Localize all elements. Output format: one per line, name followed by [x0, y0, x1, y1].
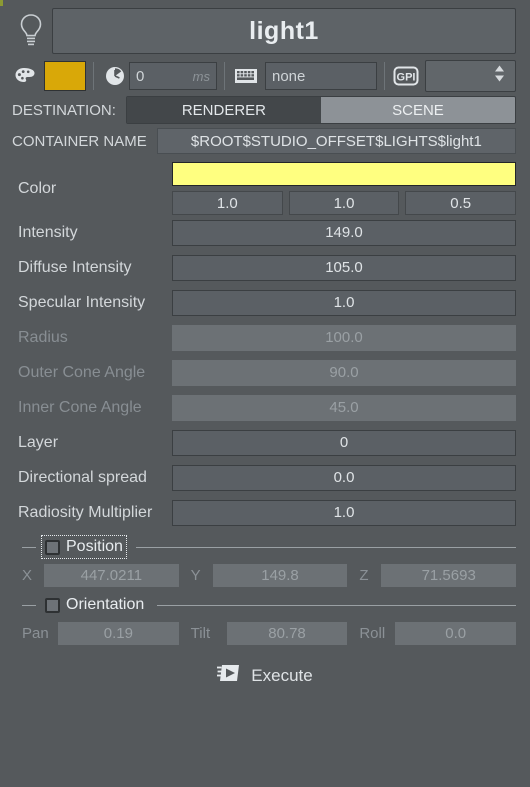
color-block: Color 1.0 1.0 0.5 [0, 154, 530, 215]
position-label: Position [66, 538, 123, 555]
header-row: light1 [0, 0, 530, 54]
container-name-field[interactable]: $ROOT$STUDIO_OFFSET$LIGHTS$light1 [156, 128, 516, 154]
destination-option-scene[interactable]: SCENE [320, 97, 515, 123]
toolbar: 0 ms none GPI [0, 54, 530, 92]
position-z-field[interactable]: 71.5693 [381, 564, 517, 587]
parameter-label: Intensity [18, 223, 78, 241]
parameter-row: Specular Intensity 1.0 [0, 285, 530, 320]
group-dash-2 [22, 604, 36, 606]
destination-segmented-control: RENDERER SCENE [125, 96, 516, 124]
light-bulb-icon [10, 13, 52, 49]
orientation-toggle[interactable]: Orientation [42, 594, 147, 616]
keyboard-icon[interactable] [232, 67, 260, 85]
position-fields-row: X 447.0211 Y 149.8 Z 71.5693 [0, 558, 530, 588]
light-name-field[interactable]: light1 [52, 8, 516, 54]
color-channels-row: 1.0 1.0 0.5 [172, 191, 517, 215]
parameter-label: Diffuse Intensity [18, 258, 132, 276]
position-group-header: Position [0, 530, 530, 559]
spinner-arrows-icon [494, 65, 505, 88]
execute-play-icon [217, 662, 241, 689]
parameter-row: Diffuse Intensity 105.0 [0, 250, 530, 285]
orientation-fields-row: Pan 0.19 Tilt 80.78 Roll 0.0 [0, 616, 530, 646]
parameter-field: 45.0 [172, 394, 516, 421]
parameter-field[interactable]: 0 [172, 429, 516, 456]
light-color-swatch[interactable] [44, 61, 86, 91]
parameter-field[interactable]: 0.0 [172, 464, 516, 491]
position-toggle[interactable]: Position [41, 535, 127, 559]
orientation-pan-field[interactable]: 0.19 [58, 622, 179, 645]
color-channel-b[interactable]: 0.5 [405, 191, 517, 215]
parameter-label: Outer Cone Angle [18, 363, 146, 381]
position-x-field[interactable]: 447.0211 [44, 564, 179, 587]
delay-input[interactable]: 0 ms [129, 62, 217, 90]
parameter-label: Specular Intensity [18, 293, 146, 311]
parameter-field: 90.0 [172, 359, 516, 386]
position-axis-z-label: Z [359, 567, 369, 584]
parameter-field[interactable]: 149.0 [172, 219, 516, 246]
parameter-label: Radius [18, 328, 68, 346]
destination-row: DESTINATION: RENDERER SCENE [0, 92, 530, 124]
group-dash [22, 546, 36, 548]
orientation-label: Orientation [66, 596, 145, 613]
gpi-icon[interactable]: GPI [392, 65, 420, 87]
execute-label: Execute [251, 665, 313, 685]
orientation-roll-field[interactable]: 0.0 [395, 622, 517, 645]
container-name-row: CONTAINER NAME $ROOT$STUDIO_OFFSET$LIGHT… [0, 122, 530, 154]
color-channel-g[interactable]: 1.0 [288, 191, 400, 215]
parameter-label: Layer [18, 433, 59, 451]
parameter-label: Inner Cone Angle [18, 398, 142, 416]
corner-accent-mark [0, 0, 3, 6]
parameter-label: Radiosity Multiplier [18, 503, 153, 521]
parameter-row: Radiosity Multiplier 1.0 [0, 495, 530, 530]
container-name-label: CONTAINER NAME [12, 132, 147, 150]
parameter-row: Outer Cone Angle 90.0 [0, 355, 530, 390]
svg-text:GPI: GPI [397, 71, 416, 83]
orientation-tilt-label: Tilt [190, 625, 211, 642]
orientation-pan-label: Pan [22, 625, 49, 642]
position-axis-x-label: X [22, 567, 33, 584]
parameter-row: Directional spread 0.0 [0, 460, 530, 495]
delay-unit: ms [192, 68, 210, 84]
shortcut-input[interactable]: none [265, 62, 377, 90]
position-y-field[interactable]: 149.8 [212, 564, 348, 587]
parameter-row: Inner Cone Angle 45.0 [0, 390, 530, 425]
parameter-field[interactable]: 105.0 [172, 254, 516, 281]
color-preview-bar[interactable] [172, 162, 516, 186]
position-checkbox[interactable] [45, 539, 60, 555]
orientation-checkbox[interactable] [45, 597, 60, 613]
orientation-tilt-field[interactable]: 80.78 [226, 622, 348, 645]
toolbar-divider-2 [224, 62, 225, 90]
parameter-field[interactable]: 1.0 [172, 499, 516, 526]
parameter-field: 100.0 [172, 324, 516, 351]
parameter-row: Radius 100.0 [0, 320, 530, 355]
delay-value: 0 [136, 67, 145, 85]
group-divider-line-2 [157, 604, 516, 606]
clock-icon[interactable] [101, 65, 129, 87]
orientation-roll-label: Roll [359, 625, 386, 642]
toolbar-divider [93, 62, 94, 90]
position-axis-y-label: Y [190, 567, 201, 584]
destination-label: DESTINATION: [12, 101, 116, 119]
parameter-field[interactable]: 1.0 [172, 289, 516, 316]
toolbar-divider-3 [384, 62, 385, 90]
gpi-select[interactable] [425, 60, 516, 92]
destination-option-renderer[interactable]: RENDERER [126, 97, 321, 123]
orientation-group-header: Orientation [0, 588, 530, 616]
execute-button[interactable]: Execute [0, 662, 530, 689]
parameter-row: Layer 0 [0, 425, 530, 460]
parameter-label: Directional spread [18, 468, 147, 486]
color-channel-r[interactable]: 1.0 [172, 191, 283, 215]
parameter-row: Intensity 149.0 [0, 215, 530, 250]
group-divider-line [135, 546, 516, 548]
color-label: Color [18, 179, 57, 197]
color-palette-icon[interactable] [12, 66, 40, 86]
parameters-list: Intensity 149.0 Diffuse Intensity 105.0 Spec… [0, 215, 530, 530]
